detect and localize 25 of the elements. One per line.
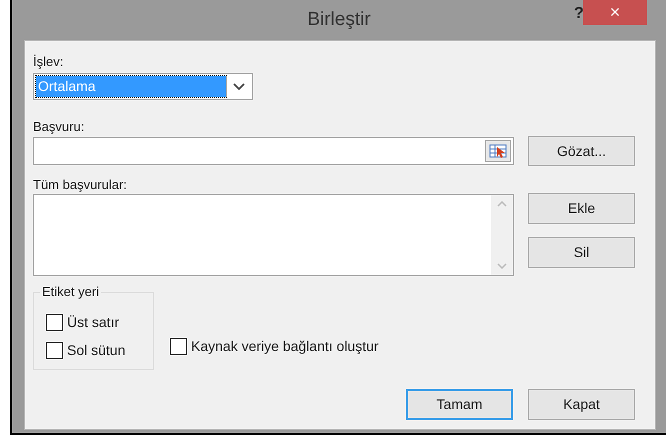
- checkbox-label: Üst satır: [67, 313, 120, 331]
- help-button[interactable]: ?: [574, 2, 584, 26]
- collapse-dialog-icon[interactable]: [485, 140, 511, 162]
- browse-button[interactable]: Gözat...: [528, 136, 635, 166]
- dropdown-value: Ortalama: [36, 76, 226, 97]
- delete-button[interactable]: Sil: [528, 237, 635, 268]
- dialog-button[interactable]: Tamam: [406, 389, 513, 420]
- add-button[interactable]: Ekle: [528, 193, 635, 224]
- group-title: Etiket yeri: [40, 284, 102, 300]
- close-button[interactable]: ×: [583, 0, 647, 25]
- reference-field[interactable]: [33, 137, 514, 165]
- references-list[interactable]: [33, 194, 514, 276]
- all-references-label: Tüm başvurular:: [33, 176, 128, 194]
- checkbox-label: Kaynak veriye bağlantı oluştur: [191, 337, 379, 355]
- dialog-button[interactable]: Kapat: [528, 389, 635, 420]
- checkbox[interactable]: [46, 342, 63, 358]
- checkbox[interactable]: [46, 314, 63, 330]
- function-label: İşlev:: [33, 53, 64, 71]
- checkbox[interactable]: [170, 338, 187, 354]
- reference-label: Başvuru:: [33, 118, 86, 136]
- scroll-up-icon[interactable]: [497, 201, 507, 207]
- scroll-down-icon[interactable]: [497, 263, 507, 269]
- checkbox-label: Sol sütun: [67, 341, 126, 359]
- window-title: Birleştir: [307, 9, 371, 30]
- scrollbar[interactable]: [491, 195, 513, 275]
